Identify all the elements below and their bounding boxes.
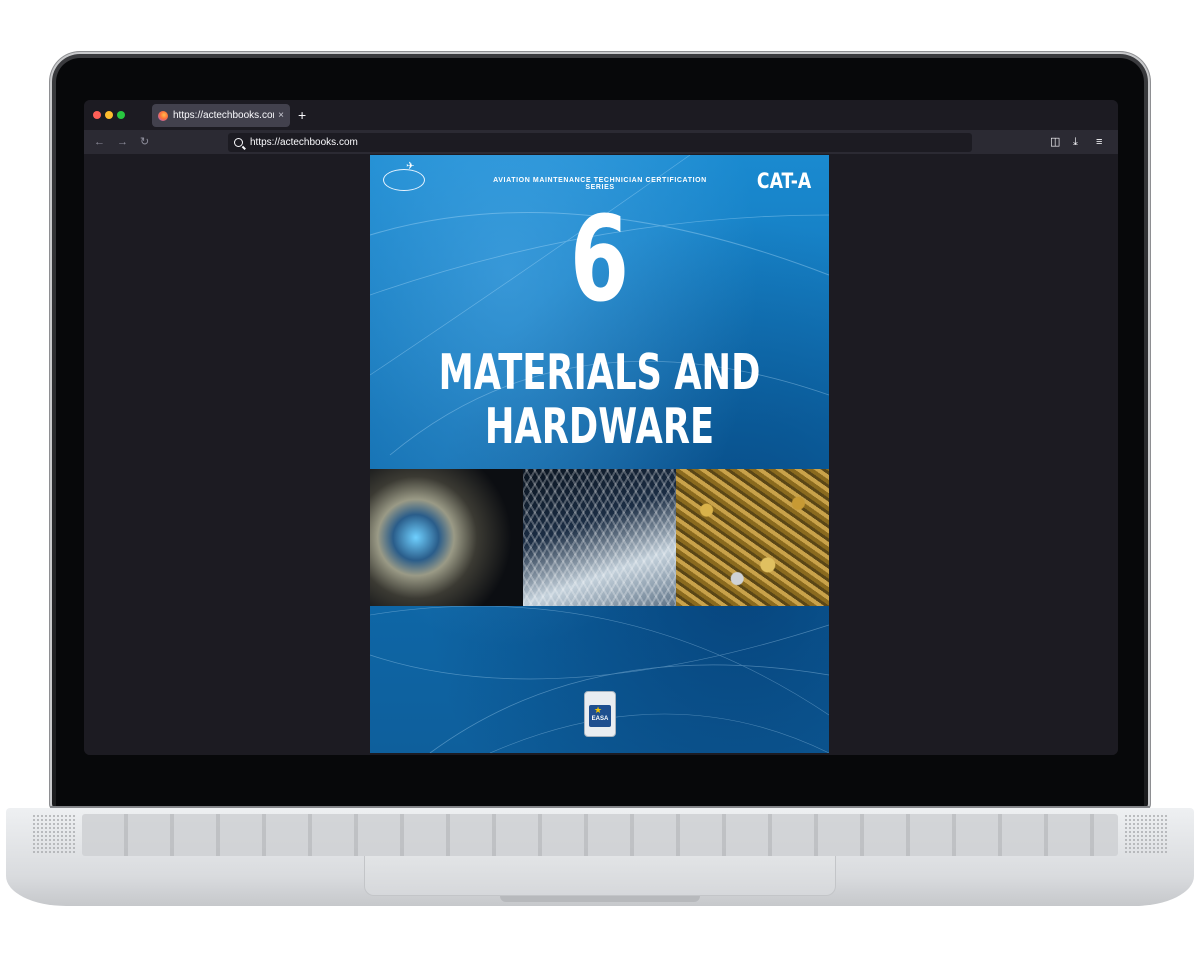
- page-viewport[interactable]: AVIATION MAINTENANCE TECHNICIAN CERTIFIC…: [84, 154, 1118, 755]
- back-button[interactable]: ←: [94, 134, 105, 150]
- menu-icon[interactable]: ≡: [1096, 134, 1102, 150]
- aircraft-logo-icon: [383, 161, 425, 191]
- close-window-button[interactable]: [93, 111, 101, 119]
- browser-window: https://actechbooks.com × + ← → ↻ https:…: [84, 100, 1118, 755]
- series-label: AVIATION MAINTENANCE TECHNICIAN CERTIFIC…: [493, 177, 707, 191]
- book-title-line-1: MATERIALS AND: [438, 344, 761, 401]
- easa-badge: ★ EASA: [584, 691, 616, 737]
- new-tab-button[interactable]: +: [298, 106, 306, 124]
- forward-button[interactable]: →: [117, 134, 128, 150]
- easa-label: EASA: [591, 716, 609, 722]
- speaker-grille-left: [32, 814, 76, 854]
- url-text: https://actechbooks.com: [250, 137, 358, 148]
- firefox-icon: [158, 110, 168, 121]
- laptop-mockup: https://actechbooks.com × + ← → ↻ https:…: [0, 0, 1200, 960]
- reload-button[interactable]: ↻: [140, 134, 149, 150]
- book-cover-image: AVIATION MAINTENANCE TECHNICIAN CERTIFIC…: [370, 155, 829, 753]
- tab-actechbooks[interactable]: https://actechbooks.com ×: [152, 104, 290, 127]
- module-number: 6: [569, 190, 630, 328]
- category-label: CAT-A: [756, 169, 811, 193]
- lid-opening-notch: [500, 896, 700, 902]
- cover-photo-strip: [370, 469, 829, 606]
- address-bar[interactable]: https://actechbooks.com: [228, 133, 972, 152]
- speaker-grille-right: [1124, 814, 1168, 854]
- navigation-toolbar: ← → ↻ https://actechbooks.com ◫ ⤓ ≡: [84, 130, 1118, 154]
- keyboard: [82, 814, 1118, 856]
- trackpad: [364, 856, 836, 896]
- book-title-line-2: HARDWARE: [484, 398, 715, 455]
- hardware-photo: [676, 469, 829, 606]
- honeycomb-photo: [523, 469, 676, 606]
- maximize-window-button[interactable]: [117, 111, 125, 119]
- tab-title: https://actechbooks.com: [173, 110, 275, 121]
- download-icon[interactable]: ⤓: [1073, 134, 1078, 150]
- connector-photo: [370, 469, 523, 606]
- tab-close-icon[interactable]: ×: [278, 110, 284, 121]
- star-icon: ★: [594, 705, 603, 715]
- search-icon: [234, 138, 243, 147]
- easa-logo-icon: ★ EASA: [589, 705, 611, 727]
- pocket-icon[interactable]: ◫: [1050, 134, 1060, 150]
- tab-bar: https://actechbooks.com × +: [84, 100, 1118, 130]
- minimize-window-button[interactable]: [105, 111, 113, 119]
